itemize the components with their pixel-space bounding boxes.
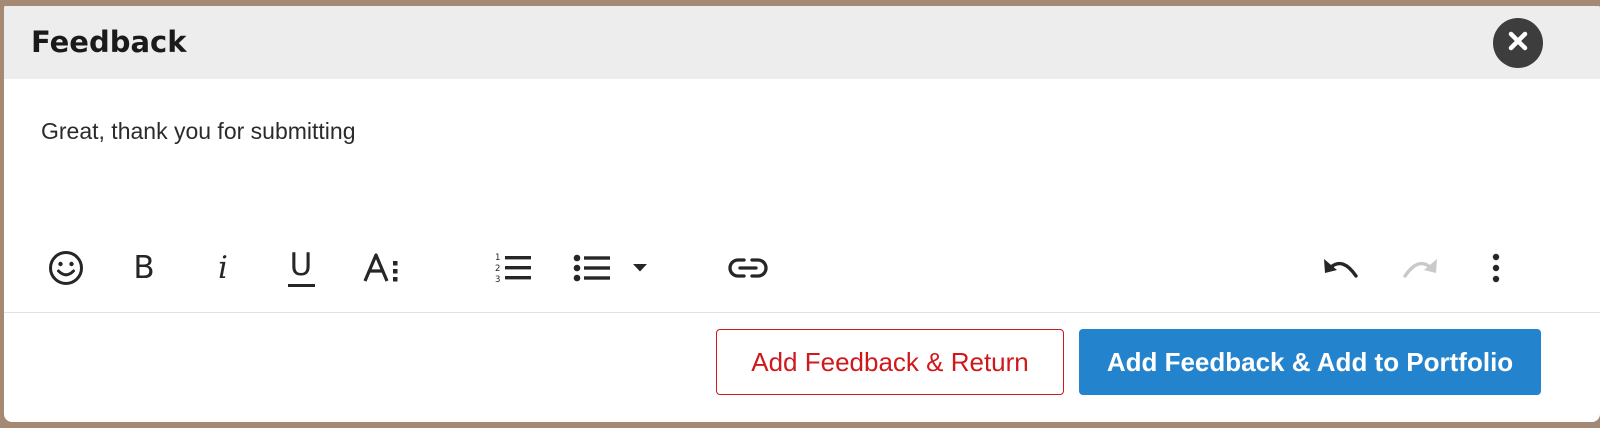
svg-text:3: 3 bbox=[495, 275, 500, 285]
font-size-button[interactable] bbox=[362, 242, 402, 294]
more-vertical-icon bbox=[1492, 253, 1500, 283]
more-options-button[interactable] bbox=[1486, 242, 1506, 294]
svg-text:2: 2 bbox=[495, 264, 500, 274]
link-icon bbox=[727, 256, 769, 280]
italic-button[interactable]: i bbox=[210, 242, 236, 294]
close-button[interactable] bbox=[1493, 18, 1543, 68]
unordered-list-button[interactable] bbox=[572, 242, 612, 294]
underline-label: U bbox=[289, 246, 313, 283]
ordered-list-icon: 1 2 3 bbox=[494, 251, 532, 285]
insert-link-button[interactable] bbox=[726, 242, 770, 294]
undo-button[interactable] bbox=[1321, 242, 1361, 294]
emoji-button[interactable] bbox=[46, 242, 86, 294]
font-size-icon bbox=[363, 252, 401, 284]
bold-button[interactable]: B bbox=[128, 242, 160, 294]
redo-button[interactable] bbox=[1400, 242, 1440, 294]
editor-toolbar: B i U 1 2 3 bbox=[4, 242, 1600, 298]
add-feedback-return-button[interactable]: Add Feedback & Return bbox=[716, 329, 1064, 395]
italic-label: i bbox=[218, 249, 228, 286]
svg-text:1: 1 bbox=[495, 253, 500, 263]
undo-icon bbox=[1322, 254, 1360, 282]
underline-bar bbox=[287, 283, 315, 287]
caret-down-icon bbox=[632, 263, 648, 273]
feedback-text[interactable]: Great, thank you for submitting bbox=[41, 118, 356, 145]
dialog-header: Feedback bbox=[4, 6, 1600, 79]
redo-icon bbox=[1401, 254, 1439, 282]
underline-button[interactable]: U bbox=[284, 242, 318, 294]
close-x-icon bbox=[1507, 30, 1529, 57]
unordered-list-icon bbox=[573, 252, 611, 284]
list-style-dropdown[interactable] bbox=[630, 242, 650, 294]
footer-divider bbox=[4, 312, 1600, 313]
ordered-list-button[interactable]: 1 2 3 bbox=[493, 242, 533, 294]
emoji-smile-icon bbox=[48, 250, 84, 286]
feedback-dialog: Feedback Great, thank you for submitting bbox=[4, 6, 1600, 422]
bold-label: B bbox=[133, 249, 155, 286]
add-feedback-portfolio-button[interactable]: Add Feedback & Add to Portfolio bbox=[1079, 329, 1541, 395]
dialog-title: Feedback bbox=[31, 25, 187, 59]
